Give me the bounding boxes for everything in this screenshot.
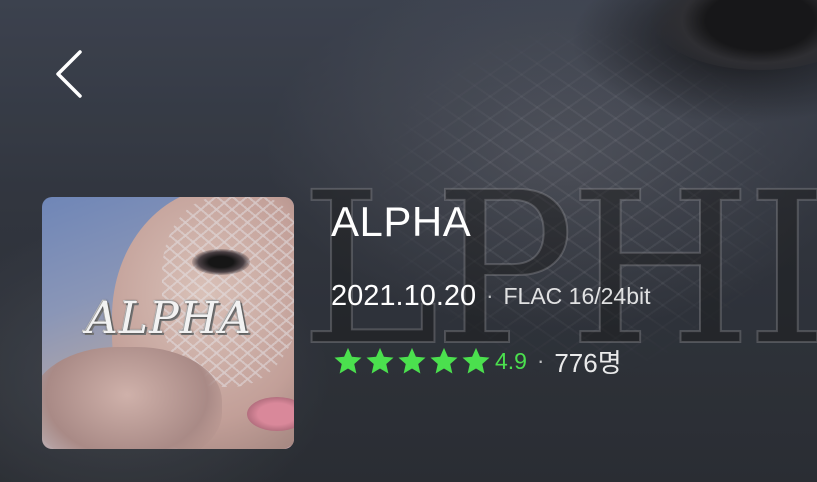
rating-stars: [333, 346, 491, 376]
rating-count: 776명: [554, 347, 622, 378]
cover-hand: [42, 347, 222, 449]
star-icon: [366, 347, 394, 374]
release-date: 2021.10.20: [331, 279, 477, 312]
rating-value: 4.9: [495, 347, 527, 374]
rating-separator: ·: [536, 348, 545, 373]
album-cover[interactable]: ALPHA: [42, 197, 294, 449]
album-title: ALPHA: [331, 198, 472, 245]
cover-title-logo: ALPHA: [86, 293, 252, 344]
album-meta: 2021.10.20 · FLAC 16/24bit: [331, 278, 651, 314]
star-icon: [462, 347, 490, 374]
star-icon: [430, 347, 458, 374]
back-button[interactable]: [40, 44, 96, 104]
star-icon: [398, 347, 426, 374]
cover-eye: [192, 249, 250, 275]
rating-row[interactable]: 4.9 · 776명: [333, 341, 622, 381]
meta-separator: ·: [486, 283, 494, 308]
star-icon: [334, 347, 362, 374]
audio-format: FLAC 16/24bit: [503, 282, 651, 309]
chevron-left-icon: [56, 50, 82, 98]
